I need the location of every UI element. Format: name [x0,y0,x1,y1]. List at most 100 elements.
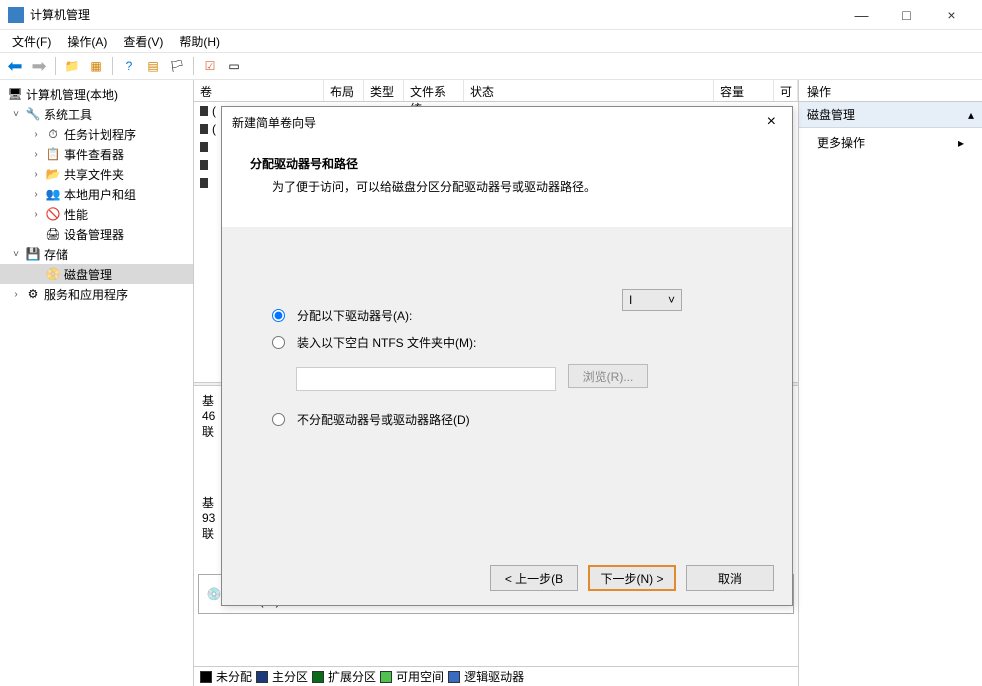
chevron-down-icon: ˅ [668,293,675,307]
legend-free: 可用空间 [396,668,444,685]
collapse-icon: ▴ [968,108,974,122]
actions-header: 操作 [799,80,982,102]
legend-extended: 扩展分区 [328,668,376,685]
tree-device-manager[interactable]: 🖨 设备管理器 [0,224,193,244]
vol-stripe [200,160,208,170]
close-button[interactable]: × [929,0,974,30]
col-status[interactable]: 状态 [464,80,714,101]
separator [193,57,194,75]
perf-icon: 🚫 [45,206,61,222]
clock-icon: ⏱ [45,126,61,142]
computer-icon: 🖥 [7,86,23,102]
radio-assign-letter-input[interactable] [272,309,285,322]
collapse-icon[interactable]: ˅ [10,249,22,260]
expand-icon[interactable]: › [10,289,22,300]
users-icon: 👥 [45,186,61,202]
storage-icon: 💾 [25,246,41,262]
wizard-desc: 为了便于访问，可以给磁盘分区分配驱动器号或驱动器路径。 [250,178,764,195]
window-title: 计算机管理 [30,6,839,23]
radio-mount-folder-input[interactable] [272,336,285,349]
toolbar-icon-3[interactable]: ▤ [142,55,164,77]
legend-extended-icon [312,671,324,683]
back-button[interactable]: < 上一步(B [490,565,578,591]
tree-performance[interactable]: › 🚫 性能 [0,204,193,224]
radio-mount-folder-label: 装入以下空白 NTFS 文件夹中(M): [297,334,476,351]
drive-letter-select[interactable]: I ˅ [622,289,682,311]
tree-root[interactable]: 🖥 计算机管理(本地) [0,84,193,104]
toolbar-icon-6[interactable]: ▭ [223,55,245,77]
legend-logical-icon [448,671,460,683]
minimize-button[interactable]: — [839,0,884,30]
col-capacity[interactable]: 容量 [714,80,774,101]
wizard-close-button[interactable]: × [761,113,782,131]
forward-icon: ➡ [28,55,50,77]
menu-file[interactable]: 文件(F) [4,33,59,50]
toolbar-icon-4[interactable]: 🏳 [166,55,188,77]
cancel-button[interactable]: 取消 [686,565,774,591]
col-fs[interactable]: 文件系统 [404,80,464,101]
toolbar-icon-2[interactable]: ▦ [85,55,107,77]
menu-view[interactable]: 查看(V) [115,33,171,50]
actions-section[interactable]: 磁盘管理 ▴ [799,102,982,128]
wizard-heading: 分配驱动器号和路径 [250,155,764,172]
radio-mount-folder[interactable]: 装入以下空白 NTFS 文件夹中(M): [272,334,742,351]
expand-icon[interactable]: › [30,189,42,200]
expand-icon[interactable]: › [30,209,42,220]
tree-label: 服务和应用程序 [44,286,128,303]
menu-action[interactable]: 操作(A) [59,33,115,50]
vol-stripe [200,142,208,152]
wizard-header-area: 分配驱动器号和路径 为了便于访问，可以给磁盘分区分配驱动器号或驱动器路径。 [222,137,792,227]
toolbar-icon-1[interactable]: 📁 [61,55,83,77]
menu-help[interactable]: 帮助(H) [171,33,228,50]
actions-panel: 操作 磁盘管理 ▴ 更多操作 ▸ [799,80,982,686]
tree-disk-management[interactable]: 📀 磁盘管理 [0,264,193,284]
tree-task-scheduler[interactable]: › ⏱ 任务计划程序 [0,124,193,144]
radio-no-assign[interactable]: 不分配驱动器号或驱动器路径(D) [272,411,742,428]
col-type[interactable]: 类型 [364,80,404,101]
tree-label: 存储 [44,246,68,263]
expand-icon[interactable]: › [30,149,42,160]
mount-path-input [296,367,556,391]
collapse-icon[interactable]: ˅ [10,109,22,120]
tree-shared-folders[interactable]: › 📂 共享文件夹 [0,164,193,184]
menubar: 文件(F) 操作(A) 查看(V) 帮助(H) [0,30,982,52]
radio-no-assign-label: 不分配驱动器号或驱动器路径(D) [297,411,470,428]
expand-icon[interactable]: › [30,129,42,140]
tree-storage[interactable]: ˅ 💾 存储 [0,244,193,264]
legend-unalloc-icon [200,671,212,683]
wizard-titlebar: 新建简单卷向导 × [222,107,792,137]
col-free[interactable]: 可 [774,80,798,101]
window-titlebar: 计算机管理 — □ × [0,0,982,30]
tree-label: 任务计划程序 [64,126,136,143]
drive-letter-value: I [629,293,632,307]
app-icon [8,7,24,23]
radio-assign-letter-label: 分配以下驱动器号(A): [297,307,412,324]
wizard-form: 分配以下驱动器号(A): 装入以下空白 NTFS 文件夹中(M): 浏览(R).… [222,227,792,468]
back-icon[interactable]: ⬅ [4,55,26,77]
col-layout[interactable]: 布局 [324,80,364,101]
tree-label: 事件查看器 [64,146,124,163]
tree-services[interactable]: › ⚙ 服务和应用程序 [0,284,193,304]
toolbar-icon-5[interactable]: ☑ [199,55,221,77]
vol-stripe [200,106,208,116]
tree-event-viewer[interactable]: › 📋 事件查看器 [0,144,193,164]
expand-icon[interactable]: › [30,169,42,180]
help-icon[interactable]: ? [118,55,140,77]
vol-stripe [200,124,208,134]
disk-icon: 📀 [45,266,61,282]
col-volume[interactable]: 卷 [194,80,324,101]
action-more[interactable]: 更多操作 ▸ [799,128,982,157]
legend-primary: 主分区 [272,668,308,685]
tree-label: 共享文件夹 [64,166,124,183]
device-icon: 🖨 [45,226,61,242]
vol-stripe [200,178,208,188]
wizard-footer: < 上一步(B 下一步(N) > 取消 [490,565,774,591]
tree-system-tools[interactable]: ˅ 🔧 系统工具 [0,104,193,124]
maximize-button[interactable]: □ [884,0,929,30]
separator [55,57,56,75]
legend: 未分配 主分区 扩展分区 可用空间 逻辑驱动器 [194,666,798,686]
tree-local-users[interactable]: › 👥 本地用户和组 [0,184,193,204]
legend-free-icon [380,671,392,683]
next-button[interactable]: 下一步(N) > [588,565,676,591]
radio-no-assign-input[interactable] [272,413,285,426]
